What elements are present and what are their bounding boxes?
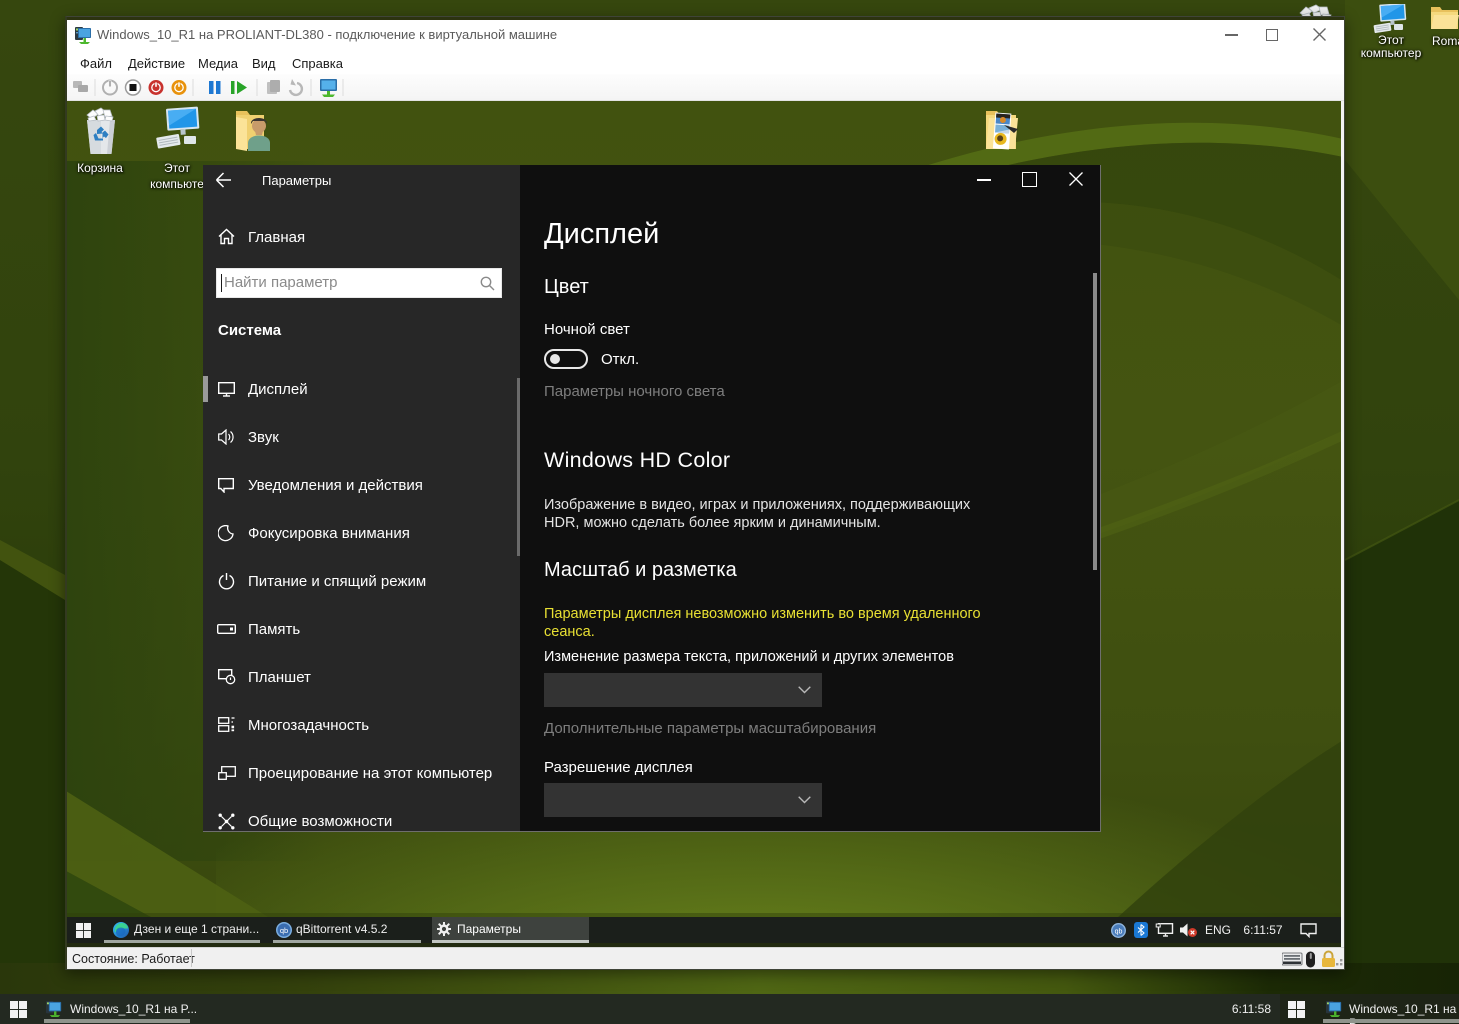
svg-text:qb: qb: [1115, 928, 1123, 935]
svg-text:qb: qb: [280, 926, 288, 935]
